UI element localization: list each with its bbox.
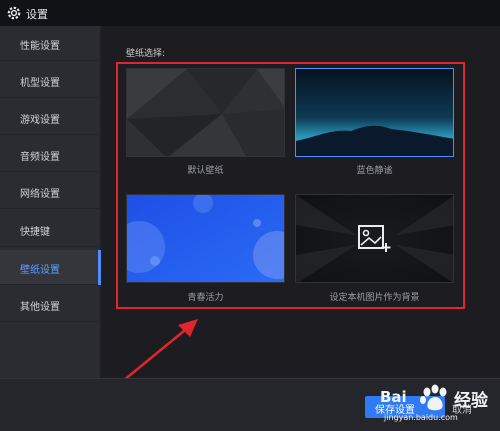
sidebar-item-label: 网络设置 — [20, 189, 60, 200]
blue-mountain-wallpaper — [296, 69, 453, 156]
sidebar-item-wallpaper[interactable]: 壁纸设置 — [0, 250, 101, 285]
wallpaper-youthful-option[interactable] — [126, 194, 285, 283]
watermark-url: jingyan.baidu.com — [384, 413, 458, 422]
title-bar: 设置 — [0, 0, 500, 26]
wallpaper-default-option[interactable] — [126, 68, 285, 157]
settings-sidebar: 性能设置 机型设置 游戏设置 音频设置 网络设置 快捷键 壁纸设置 其他设置 — [0, 26, 101, 431]
sidebar-item-performance[interactable]: 性能设置 — [0, 26, 101, 61]
baidu-watermark: Bai 经验 jingyan.baidu.com — [380, 384, 498, 428]
sidebar-item-label: 机型设置 — [20, 78, 60, 89]
sidebar-item-label: 音频设置 — [20, 152, 60, 163]
sidebar-item-label: 其他设置 — [20, 302, 60, 313]
sidebar-item-audio[interactable]: 音频设置 — [0, 137, 101, 172]
window-title: 设置 — [26, 8, 48, 21]
wallpaper-youthful-label: 青春活力 — [187, 293, 224, 303]
paw-logo-icon — [420, 384, 447, 411]
sidebar-item-network[interactable]: 网络设置 — [0, 174, 101, 209]
wallpaper-custom-label: 设定本机图片作为背景 — [329, 293, 420, 303]
sidebar-item-device-model[interactable]: 机型设置 — [0, 63, 101, 98]
gear-icon — [7, 6, 21, 20]
wallpaper-custom-option[interactable] — [295, 194, 454, 283]
watermark-brand-right: 经验 — [454, 391, 488, 411]
dark-triangles-wallpaper — [127, 69, 284, 156]
wallpaper-blue-tranquil-label: 蓝色静谧 — [356, 166, 393, 176]
sidebar-item-shortcuts[interactable]: 快捷键 — [0, 212, 101, 247]
sidebar-item-label: 游戏设置 — [20, 115, 60, 126]
blue-bubbles-wallpaper — [127, 195, 284, 282]
sidebar-item-other[interactable]: 其他设置 — [0, 287, 101, 322]
wallpaper-blue-tranquil-option[interactable] — [295, 68, 454, 157]
watermark-brand-left: Bai — [380, 388, 407, 406]
sidebar-item-label: 快捷键 — [20, 227, 50, 238]
sidebar-item-label: 壁纸设置 — [20, 265, 60, 276]
add-image-icon — [358, 225, 391, 252]
wallpaper-default-label: 默认壁纸 — [187, 166, 224, 176]
sidebar-item-label: 性能设置 — [20, 41, 60, 52]
wallpaper-section-label: 壁纸选择: — [126, 49, 166, 59]
sidebar-item-game[interactable]: 游戏设置 — [0, 100, 101, 135]
